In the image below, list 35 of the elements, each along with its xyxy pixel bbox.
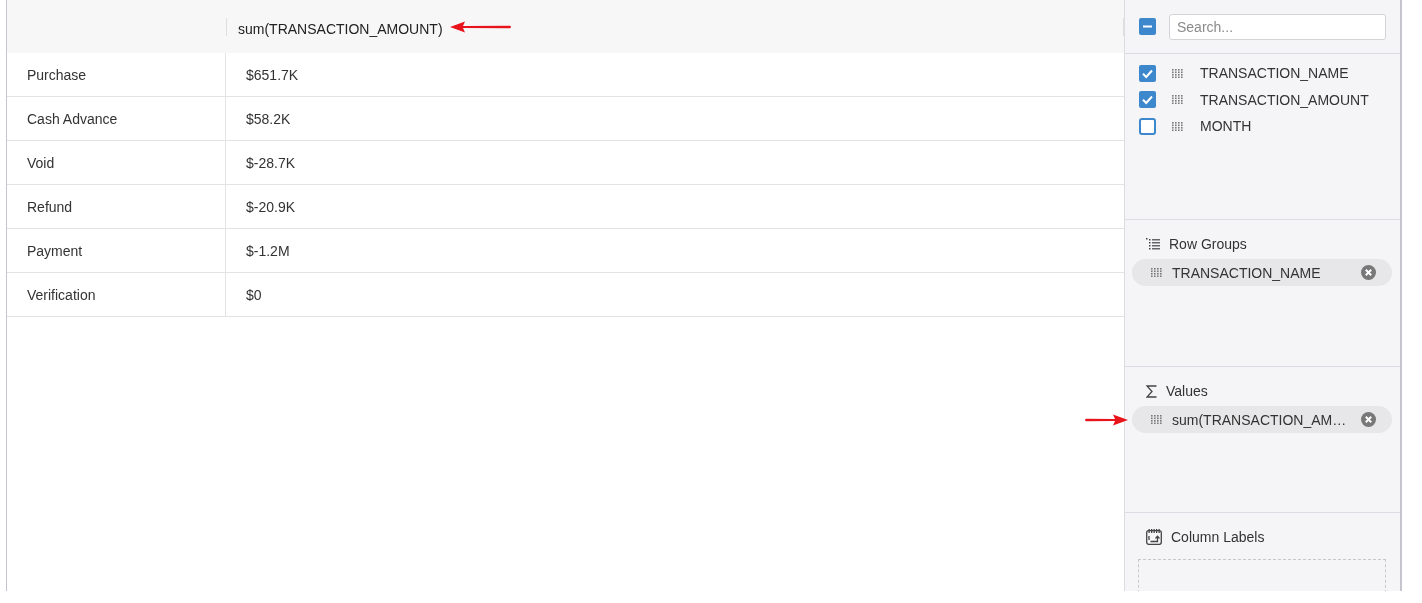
- table-cell: $-20.9K: [246, 198, 296, 215]
- close-icon[interactable]: [1361, 412, 1376, 427]
- drag-handle-icon[interactable]: [1172, 68, 1183, 78]
- table-cell: $0: [246, 286, 262, 303]
- section-title: Column Labels: [1171, 529, 1265, 545]
- row-label: Cash Advance: [27, 110, 118, 127]
- drag-handle-icon[interactable]: [1151, 415, 1162, 424]
- section-title: Row Groups: [1169, 236, 1247, 252]
- checkbox[interactable]: [1139, 64, 1156, 82]
- drag-handle-icon[interactable]: [1151, 268, 1162, 277]
- table-cell: $651.7K: [246, 66, 299, 83]
- field-label[interactable]: MONTH: [1200, 118, 1252, 135]
- close-icon[interactable]: [1361, 265, 1376, 280]
- checkbox[interactable]: [1139, 117, 1156, 135]
- field-chip[interactable]: TRANSACTION_NAME: [1132, 259, 1392, 286]
- row-label: Refund: [27, 198, 73, 215]
- column-header[interactable]: sum(TRANSACTION_AMOUNT): [238, 16, 443, 37]
- list-icon: [1146, 238, 1160, 250]
- table-cell: $-28.7K: [246, 154, 296, 171]
- sigma-icon: [1146, 384, 1157, 398]
- field-label[interactable]: TRANSACTION_NAME: [1200, 65, 1349, 82]
- row-label: Payment: [27, 242, 83, 259]
- checkbox[interactable]: [1139, 91, 1156, 109]
- table-cell: $-1.2M: [246, 242, 290, 259]
- row-label: Purchase: [27, 66, 87, 83]
- table-cell: $58.2K: [246, 110, 291, 127]
- row-label: Verification: [27, 286, 96, 303]
- table-icon: [1146, 529, 1162, 545]
- drag-handle-icon[interactable]: [1172, 121, 1183, 131]
- drag-handle-icon[interactable]: [1172, 95, 1183, 105]
- field-label[interactable]: TRANSACTION_AMOUNT: [1200, 91, 1369, 108]
- row-label: Void: [27, 154, 55, 171]
- section-title: Values: [1166, 383, 1208, 399]
- search-field[interactable]: Search...: [1169, 13, 1386, 40]
- checkbox[interactable]: [1139, 18, 1156, 35]
